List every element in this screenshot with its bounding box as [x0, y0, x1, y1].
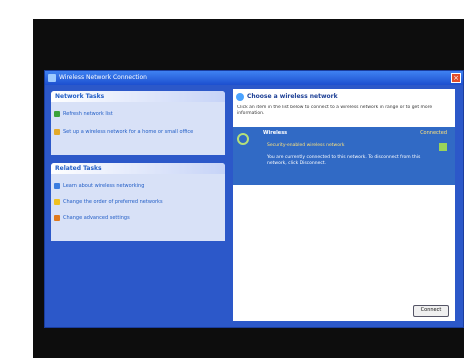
info-icon	[54, 183, 60, 189]
task-learn-wireless[interactable]: Learn about wireless networking	[51, 180, 225, 192]
task-advanced-settings[interactable]: Change advanced settings	[51, 212, 225, 224]
related-tasks-title[interactable]: Related Tasks	[51, 163, 225, 174]
network-list-item[interactable]: Wireless Connected Security-enabled wire…	[233, 127, 455, 185]
task-preferred-order[interactable]: Change the order of preferred networks	[51, 196, 225, 208]
instructions-text: Click an item in the list below to conne…	[237, 105, 433, 116]
network-tasks-title[interactable]: Network Tasks	[51, 91, 225, 102]
window-title: Wireless Network Connection	[59, 74, 147, 81]
star-icon	[54, 199, 60, 205]
wireless-network-icon	[236, 93, 244, 101]
connect-button[interactable]: Connect	[413, 305, 449, 317]
setup-icon	[54, 129, 60, 135]
title-bar[interactable]: Wireless Network Connection ×	[45, 71, 463, 85]
security-label: Security-enabled wireless network	[267, 143, 345, 148]
settings-icon	[54, 215, 60, 221]
wifi-signal-icon	[237, 133, 249, 145]
task-setup-wireless[interactable]: Set up a wireless network for a home or …	[51, 126, 225, 138]
task-pane: Network Tasks Refresh network list Set u…	[51, 91, 225, 313]
network-tasks-box: Network Tasks Refresh network list Set u…	[51, 91, 225, 155]
wireless-network-window: Wireless Network Connection × Network Ta…	[44, 70, 464, 328]
network-icon	[48, 74, 56, 82]
related-tasks-box: Related Tasks Learn about wireless netwo…	[51, 163, 225, 241]
signal-strength-icon	[439, 143, 447, 151]
close-icon[interactable]: ×	[451, 73, 461, 83]
task-refresh-network-list[interactable]: Refresh network list	[51, 108, 225, 120]
network-list-pane: Choose a wireless network Click an item …	[233, 89, 455, 321]
network-details: You are currently connected to this netw…	[267, 155, 421, 166]
page-title: Choose a wireless network	[233, 89, 455, 105]
network-name: Wireless	[263, 130, 288, 136]
refresh-icon	[54, 111, 60, 117]
connection-status: Connected	[420, 130, 447, 136]
